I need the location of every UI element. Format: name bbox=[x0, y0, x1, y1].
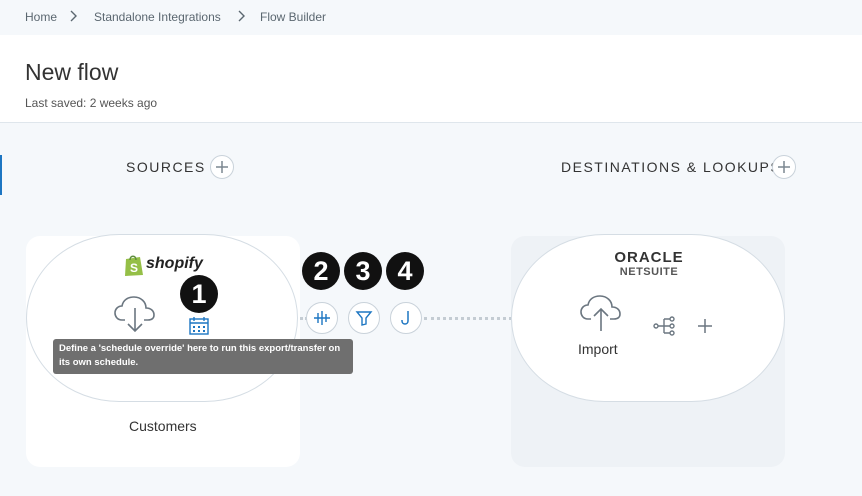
page-header: Home Standalone Integrations Flow Builde… bbox=[0, 0, 862, 123]
filter-button[interactable] bbox=[348, 302, 380, 334]
transform-icon bbox=[314, 311, 330, 325]
schedule-override-tooltip: Define a 'schedule override' here to run… bbox=[53, 339, 353, 374]
cloud-upload-icon[interactable] bbox=[579, 293, 623, 333]
import-label: Import bbox=[578, 341, 618, 357]
destinations-title: DESTINATIONS & LOOKUPS bbox=[561, 159, 782, 175]
filter-icon bbox=[355, 311, 373, 326]
netsuite-logo: ORACLE NETSUITE bbox=[603, 250, 695, 282]
step-badge-2: 2 bbox=[302, 252, 340, 290]
shopify-wordmark: shopify bbox=[146, 255, 203, 272]
netsuite-logo-line1: ORACLE bbox=[614, 249, 684, 266]
add-destination-button[interactable] bbox=[772, 155, 796, 179]
plus-icon bbox=[778, 161, 790, 173]
mapping-icon[interactable] bbox=[653, 315, 677, 337]
step-badge-1: 1 bbox=[180, 275, 218, 313]
shopify-logo: S shopify bbox=[123, 253, 203, 277]
svg-text:S: S bbox=[130, 261, 138, 275]
plus-icon[interactable] bbox=[697, 318, 713, 334]
netsuite-logo-line2: NETSUITE bbox=[619, 266, 679, 278]
step-badge-3: 3 bbox=[344, 252, 382, 290]
breadcrumb-flow-builder: Flow Builder bbox=[260, 10, 327, 24]
page-title: New flow bbox=[25, 59, 119, 85]
add-source-button[interactable] bbox=[210, 155, 234, 179]
sources-title: SOURCES bbox=[126, 159, 206, 175]
shopify-bag-icon: S bbox=[125, 255, 143, 276]
chevron-right-icon bbox=[238, 10, 245, 22]
chevron-right-icon bbox=[70, 10, 77, 22]
hook-icon bbox=[401, 311, 409, 325]
breadcrumb: Home Standalone Integrations Flow Builde… bbox=[0, 0, 862, 35]
breadcrumb-home[interactable]: Home bbox=[25, 10, 57, 24]
step-badge-4: 4 bbox=[386, 252, 424, 290]
calendar-icon[interactable] bbox=[189, 317, 209, 335]
side-indicator bbox=[0, 155, 2, 195]
source-name: Customers bbox=[129, 418, 197, 434]
connector-line-right bbox=[424, 317, 512, 320]
breadcrumb-standalone-integrations[interactable]: Standalone Integrations bbox=[94, 10, 221, 24]
plus-icon bbox=[216, 161, 228, 173]
last-saved-text: Last saved: 2 weeks ago bbox=[25, 96, 158, 110]
hook-button[interactable] bbox=[390, 302, 422, 334]
transform-button[interactable] bbox=[306, 302, 338, 334]
cloud-download-icon[interactable] bbox=[113, 294, 157, 334]
